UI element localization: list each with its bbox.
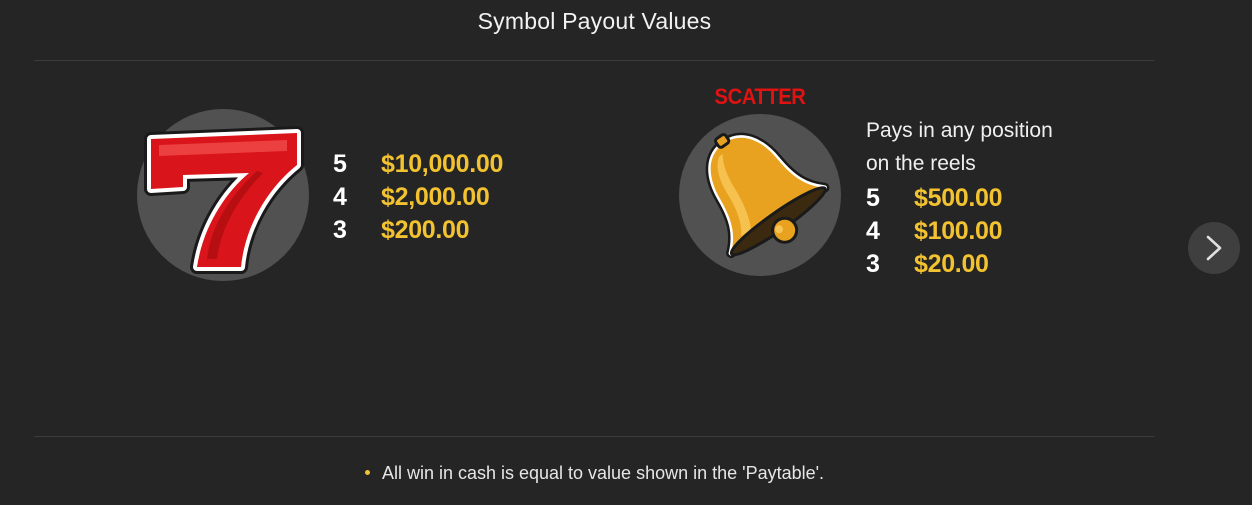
payout-value: $20.00 (914, 250, 989, 278)
bell-payout-list: 5 $500.00 4 $100.00 3 $20.00 (866, 182, 1003, 281)
payout-value: $200.00 (381, 216, 470, 244)
payout-value: $10,000.00 (381, 150, 504, 178)
seven-symbol (137, 109, 309, 281)
scatter-description-line1: Pays in any position (866, 119, 1053, 142)
payout-row: 5 $10,000.00 (333, 148, 503, 181)
payout-value: $100.00 (914, 217, 1003, 245)
payout-count: 4 (333, 183, 347, 211)
footnote: All win in cash is equal to value shown … (0, 463, 1189, 484)
payout-value: $500.00 (914, 184, 1003, 212)
payout-count: 5 (866, 184, 880, 212)
payout-count: 4 (866, 217, 880, 245)
next-page-button[interactable] (1188, 222, 1240, 274)
payout-row: 4 $2,000.00 (333, 181, 503, 214)
bullet-icon (364, 469, 370, 475)
paytable-page: Symbol Payout Values 5 $10,000.00 4 $2,000… (0, 0, 1252, 505)
page-title: Symbol Payout Values (477, 8, 712, 34)
top-divider (34, 60, 1154, 61)
payout-row: 5 $500.00 (866, 182, 1003, 215)
payout-count: 3 (333, 216, 347, 244)
scatter-description: Pays in any position on the reels (866, 114, 1126, 180)
seven-payout-list: 5 $10,000.00 4 $2,000.00 3 $200.00 (333, 148, 503, 247)
payout-value: $2,000.00 (381, 183, 490, 211)
payout-row: 3 $20.00 (866, 248, 1002, 281)
bell-icon (705, 132, 830, 259)
chevron-right-icon (1206, 235, 1222, 261)
seven-icon (144, 126, 304, 274)
payout-row: 4 $100.00 (866, 215, 1003, 248)
scatter-description-line2: on the reels (866, 152, 976, 175)
payout-count: 3 (866, 250, 880, 278)
payout-count: 5 (333, 150, 347, 178)
payout-row: 3 $200.00 (333, 214, 503, 247)
scatter-label: SCATTER (714, 84, 806, 109)
footnote-text: All win in cash is equal to value shown … (381, 463, 825, 483)
bottom-divider (34, 436, 1154, 437)
bell-symbol (679, 114, 841, 276)
